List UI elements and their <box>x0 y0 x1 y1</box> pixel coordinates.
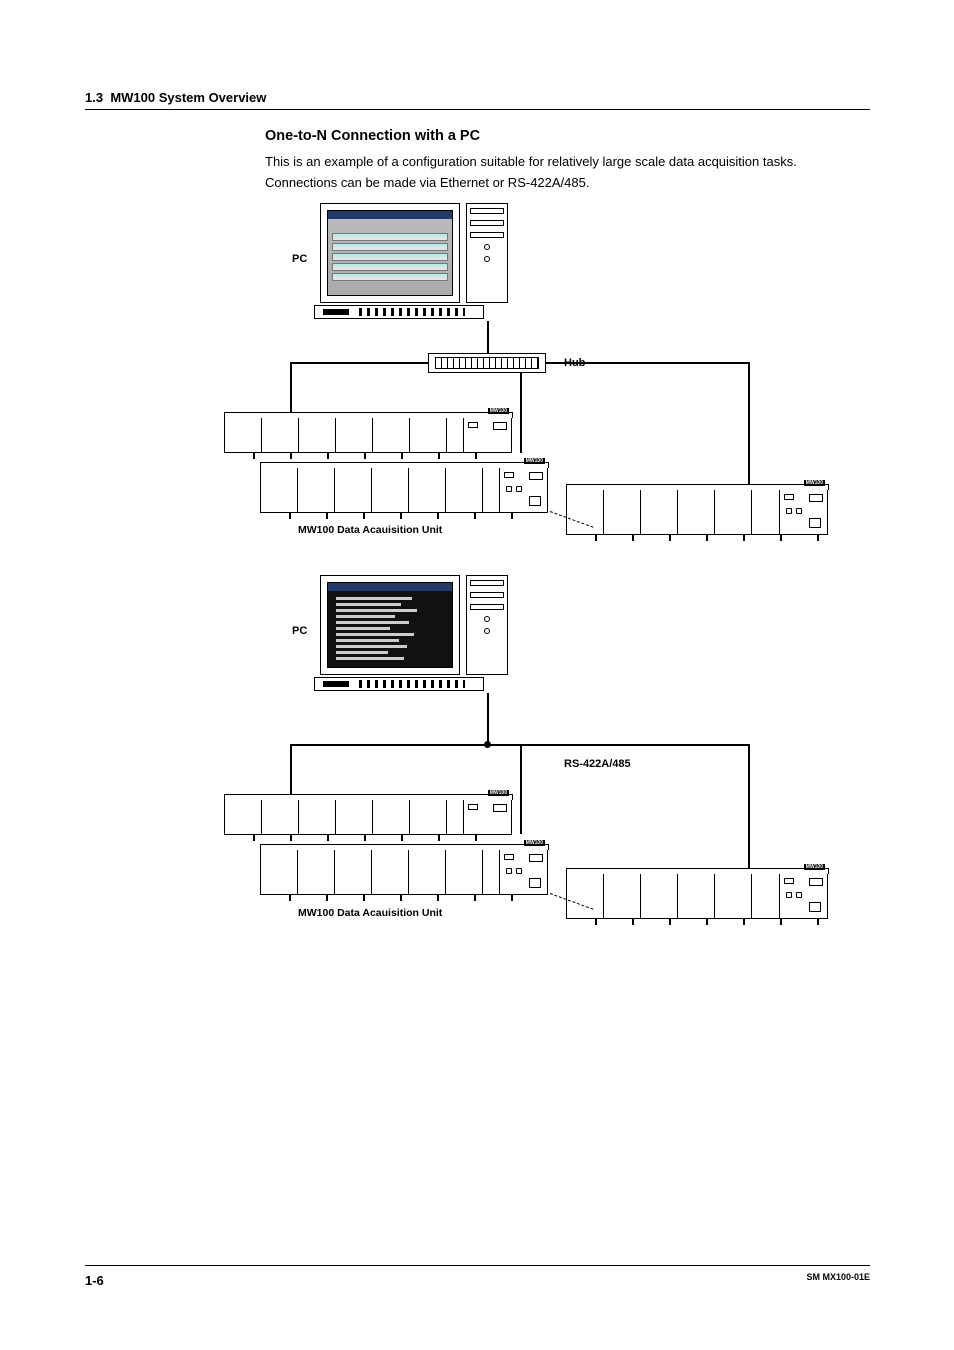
doc-id: SM MX100-01E <box>806 1272 870 1282</box>
page-footer: 1-6 SM MX100-01E <box>85 1265 870 1290</box>
mw100-unit: MW100 <box>224 417 512 453</box>
mw100-unit: MW100 <box>260 467 548 513</box>
pc-bottom <box>320 575 460 691</box>
pc-label-bottom: PC <box>292 625 307 637</box>
section-number: 1.3 <box>85 90 103 105</box>
serial-bus-label: RS-422A/485 <box>564 758 631 770</box>
mw100-unit: MW100 <box>260 849 548 895</box>
pc-tower-bottom <box>466 575 508 675</box>
page-number: 1-6 <box>85 1273 104 1288</box>
hub-label: Hub <box>564 357 585 369</box>
mw100-unit: MW100 <box>224 799 512 835</box>
section-header: 1.3 MW100 System Overview <box>85 90 870 109</box>
body-paragraph: This is an example of a configuration su… <box>265 152 870 194</box>
pc-label-top: PC <box>292 253 307 265</box>
mw100-unit: MW100 <box>566 873 828 919</box>
pc-tower-top <box>466 203 508 303</box>
header-rule <box>85 109 870 110</box>
pc-top <box>320 203 460 319</box>
mw100-unit: MW100 <box>566 489 828 535</box>
subsection-heading: One-to-N Connection with a PC <box>265 128 870 144</box>
unit-caption-top: MW100 Data Acauisition Unit <box>298 524 442 536</box>
unit-caption-bottom: MW100 Data Acauisition Unit <box>298 907 442 919</box>
connection-diagram: PC <box>220 195 840 975</box>
hub-device <box>428 353 546 373</box>
section-title: MW100 System Overview <box>110 90 266 105</box>
